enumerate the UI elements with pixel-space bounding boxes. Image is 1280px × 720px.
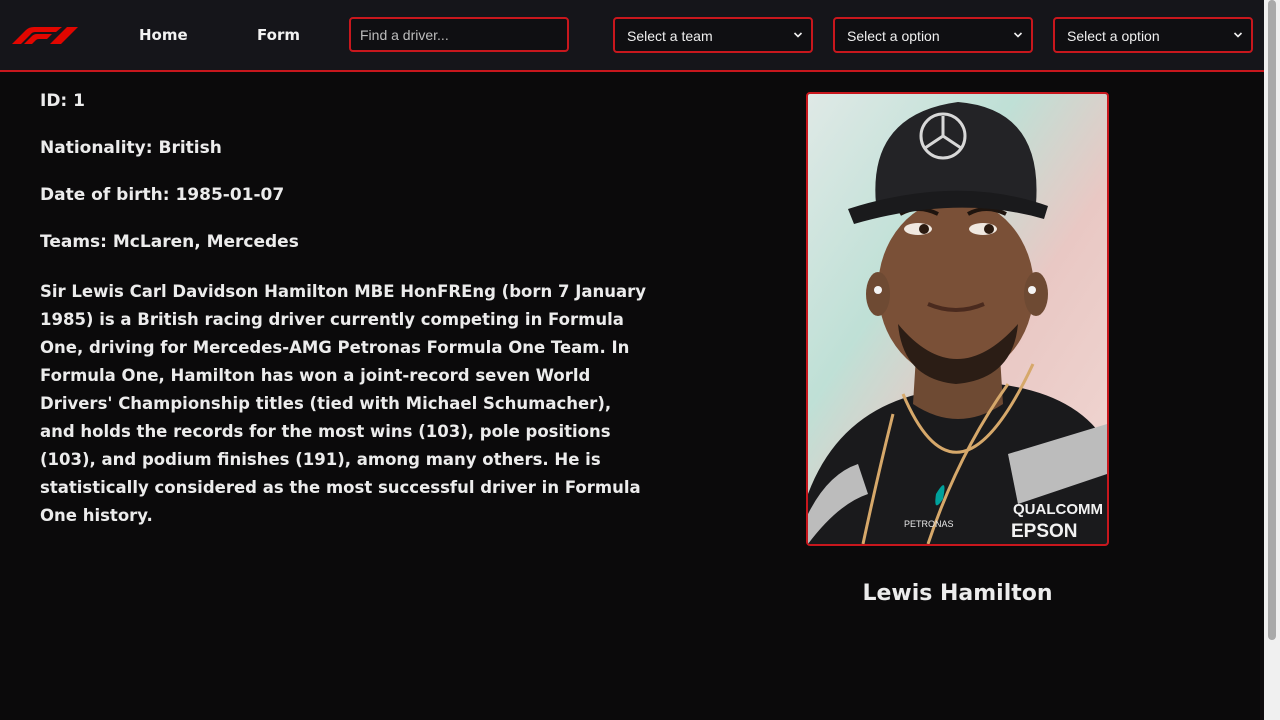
- driver-search-input[interactable]: [349, 17, 569, 52]
- driver-id: ID: 1: [40, 91, 85, 111]
- chevron-down-icon: [1013, 32, 1023, 38]
- chevron-down-icon: [1233, 32, 1243, 38]
- photo-sponsor-petronas: PETRONAS: [904, 519, 954, 529]
- option-select-1[interactable]: Select a option: [833, 17, 1033, 53]
- option-select-1-value: Select a option: [847, 28, 940, 44]
- f1-logo-icon[interactable]: [12, 27, 78, 44]
- top-navbar: Home Form Select a team Select a option …: [0, 0, 1264, 72]
- driver-portrait-image: QUALCOMM EPSON PETRONAS: [808, 94, 1107, 544]
- driver-date-of-birth: Date of birth: 1985-01-07: [40, 185, 285, 205]
- photo-sponsor-qualcomm: QUALCOMM: [1013, 501, 1103, 518]
- team-select[interactable]: Select a team: [613, 17, 813, 53]
- driver-photo: QUALCOMM EPSON PETRONAS: [806, 92, 1109, 546]
- scrollbar-thumb[interactable]: [1268, 0, 1276, 640]
- driver-biography: Sir Lewis Carl Davidson Hamilton MBE Hon…: [40, 282, 647, 525]
- page-scrollbar[interactable]: [1264, 0, 1280, 720]
- photo-sponsor-epson: EPSON: [1011, 521, 1078, 542]
- nav-link-home[interactable]: Home: [139, 26, 188, 44]
- driver-name: Lewis Hamilton: [862, 581, 1053, 606]
- nav-link-form[interactable]: Form: [257, 26, 300, 44]
- driver-details: ID: 1 Nationality: British Date of birth…: [40, 92, 650, 530]
- option-select-2[interactable]: Select a option: [1053, 17, 1253, 53]
- option-select-2-value: Select a option: [1067, 28, 1160, 44]
- chevron-down-icon: [793, 32, 803, 38]
- driver-nationality: Nationality: British: [40, 138, 222, 158]
- team-select-value: Select a team: [627, 28, 713, 44]
- driver-teams: Teams: McLaren, Mercedes: [40, 232, 299, 252]
